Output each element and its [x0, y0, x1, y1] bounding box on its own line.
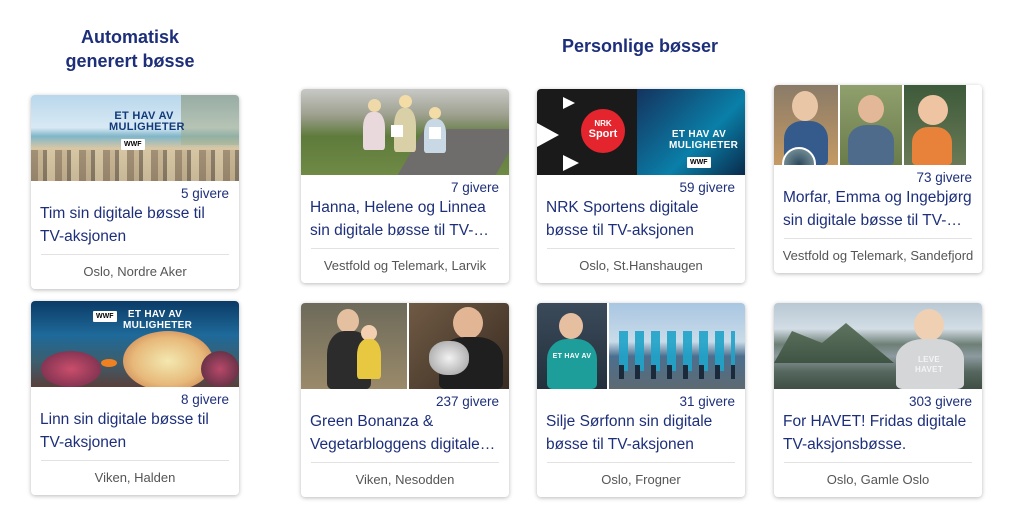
nrk-sport-logo: NRK Sport	[581, 109, 625, 153]
card-title[interactable]: NRK Sportens digitale bøsse til TV-aksjo…	[537, 196, 745, 242]
image-caption: ET HAV AV MULIGHETER	[109, 110, 185, 133]
donor-count: 303 givere	[908, 394, 972, 409]
wwf-logo: WWF	[121, 139, 145, 150]
fundraiser-card[interactable]: NRK Sport ET HAV AV MULIGHETER WWF 59 gi…	[537, 89, 745, 283]
fundraiser-card[interactable]: 7 givere Hanna, Helene og Linnea sin dig…	[301, 89, 509, 283]
card-location: Viken, Halden	[94, 470, 176, 485]
fundraiser-card[interactable]: ET HAV AV 31 givere Silje Sørfonn sin di…	[537, 303, 745, 497]
shirt-text: LEVE HAVET	[914, 355, 944, 374]
heading-personal: Personlige bøsser	[561, 36, 719, 56]
card-title[interactable]: Green Bonanza & Vegetarbloggens digitale…	[301, 410, 509, 456]
card-image: ET HAV AV	[537, 303, 745, 389]
card-image: LEVE HAVET	[774, 303, 982, 389]
card-image	[774, 85, 982, 165]
card-title[interactable]: Silje Sørfonn sin digitale bøsse til TV-…	[537, 410, 745, 456]
heading-automatic: Automatisk generert bøsse	[65, 27, 195, 71]
donor-count: 59 givere	[679, 180, 735, 195]
card-title[interactable]: Morfar, Emma og Ingebjørg sin digitale b…	[774, 186, 982, 232]
card-location: Viken, Nesodden	[355, 472, 455, 487]
card-image: NRK Sport ET HAV AV MULIGHETER WWF	[537, 89, 745, 175]
donor-count: 7 givere	[450, 180, 499, 195]
card-image: ET HAV AV MULIGHETER WWF	[31, 95, 239, 181]
fundraiser-card[interactable]: 237 givere Green Bonanza & Vegetarblogge…	[301, 303, 509, 497]
card-location: Oslo, St.Hanshaugen	[579, 258, 703, 273]
image-caption: ET HAV AV MULIGHETER	[123, 309, 193, 331]
wwf-logo: WWF	[93, 311, 117, 322]
card-location: Vestfold og Telemark, Sandefjord	[782, 248, 974, 263]
card-location: Vestfold og Telemark, Larvik	[323, 258, 487, 273]
fundraiser-card[interactable]: WWF ET HAV AV MULIGHETER 8 givere Linn s…	[31, 301, 239, 495]
card-title[interactable]: For HAVET! Fridas digitale TV-aksjonsbøs…	[774, 410, 982, 456]
donor-count: 73 givere	[916, 170, 972, 185]
donor-count: 237 givere	[435, 394, 499, 409]
wwf-logo: WWF	[687, 157, 711, 168]
card-location: Oslo, Nordre Aker	[83, 264, 187, 279]
card-image	[301, 89, 509, 175]
card-title[interactable]: Tim sin digitale bøsse til TV-aksjonen	[31, 202, 239, 248]
card-image	[301, 303, 509, 389]
card-location: Oslo, Gamle Oslo	[826, 472, 930, 487]
card-title[interactable]: Linn sin digitale bøsse til TV-aksjonen	[31, 408, 239, 454]
card-title[interactable]: Hanna, Helene og Linnea sin digitale bøs…	[301, 196, 509, 242]
fundraiser-card[interactable]: LEVE HAVET 303 givere For HAVET! Fridas …	[774, 303, 982, 497]
donor-count: 31 givere	[679, 394, 735, 409]
card-location: Oslo, Frogner	[601, 472, 681, 487]
donor-count: 5 givere	[180, 186, 229, 201]
card-image: WWF ET HAV AV MULIGHETER	[31, 301, 239, 387]
shirt-text: ET HAV AV	[552, 353, 592, 360]
donor-count: 8 givere	[180, 392, 229, 407]
fundraiser-card[interactable]: ET HAV AV MULIGHETER WWF 5 givere Tim si…	[31, 95, 239, 289]
image-caption: ET HAV AV MULIGHETER	[669, 129, 739, 151]
fundraiser-card[interactable]: 73 givere Morfar, Emma og Ingebjørg sin …	[774, 85, 982, 273]
